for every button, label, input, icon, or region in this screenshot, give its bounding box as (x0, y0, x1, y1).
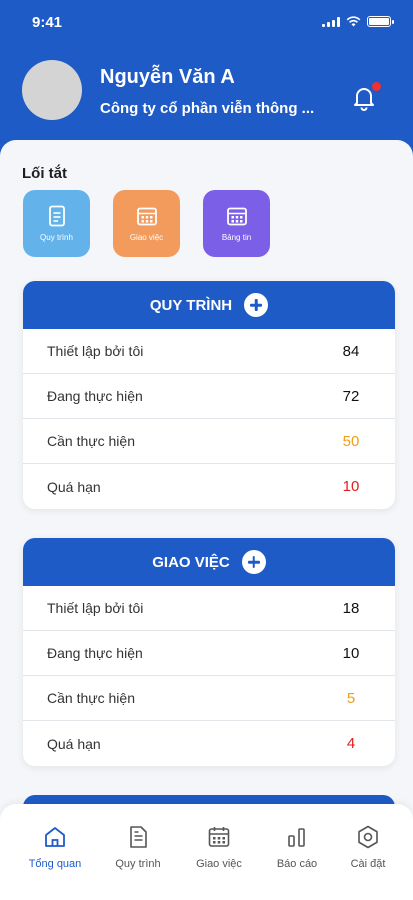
shortcut-quy-trinh[interactable]: Quy trình (23, 190, 90, 257)
stat-row[interactable]: Quá hạn 4 (23, 721, 395, 766)
stat-label: Cần thực hiện (47, 433, 135, 449)
user-name: Nguyễn Văn A (100, 66, 235, 88)
avatar[interactable] (22, 60, 82, 120)
tab-label: Tổng quan (28, 858, 82, 870)
notification-button[interactable] (349, 82, 381, 114)
shortcut-giao-viec[interactable]: Giao việc (113, 190, 180, 257)
tab-label: Giao việc (196, 858, 242, 870)
card-header: QUY TRÌNH (23, 281, 395, 329)
profile-header: Nguyễn Văn A Công ty cổ phần viễn thông … (0, 44, 413, 154)
stat-label: Đang thực hiện (47, 645, 143, 661)
stat-value: 10 (342, 644, 360, 662)
tab-label: Cài đặt (350, 858, 386, 870)
stat-label: Quá hạn (47, 478, 101, 495)
stat-row[interactable]: Thiết lập bởi tôi 18 (23, 586, 395, 631)
tab-cai-dat[interactable]: Cài đặt (333, 824, 403, 870)
calendar-icon (226, 207, 247, 226)
stat-value: 50 (342, 432, 360, 450)
company-name: Công ty cổ phần viễn thông ... (100, 100, 315, 117)
stat-label: Quá hạn (47, 735, 101, 752)
shortcut-label: Quy trình (40, 233, 73, 242)
stat-label: Cần thực hiện (47, 690, 135, 706)
add-giao-viec-button[interactable] (241, 550, 266, 574)
shortcuts-list: Quy trình Giao việc Bảng tin (23, 190, 270, 257)
shortcut-bang-tin[interactable]: Bảng tin (203, 190, 270, 257)
calendar-icon (136, 207, 157, 226)
signal-icon (322, 16, 340, 27)
stat-row[interactable]: Đang thực hiện 10 (23, 631, 395, 676)
shortcut-label: Bảng tin (221, 233, 252, 242)
card-giao-viec: GIAO VIỆC Thiết lập bởi tôi 18 Đang thực … (23, 538, 395, 766)
calendar-icon (208, 827, 230, 847)
bottom-tab-bar: Tổng quan Quy trình Giao việc Báo cáo Cà… (0, 804, 413, 900)
card-title: GIAO VIỆC (152, 553, 230, 571)
stat-value: 72 (342, 387, 360, 405)
status-bar: 9:41 (0, 0, 413, 44)
stat-value: 5 (346, 689, 356, 707)
add-quy-trinh-button[interactable] (244, 293, 269, 317)
tab-label: Quy trình (115, 858, 161, 870)
tab-tong-quan[interactable]: Tổng quan (20, 824, 90, 870)
home-icon (45, 827, 65, 847)
tab-giao-viec[interactable]: Giao việc (184, 824, 254, 870)
document-icon (130, 826, 147, 848)
stat-row[interactable]: Thiết lập bởi tôi 84 (23, 329, 395, 374)
document-icon (48, 205, 65, 227)
shortcuts-title: Lối tắt (22, 165, 67, 182)
tab-bao-cao[interactable]: Báo cáo (262, 824, 332, 870)
stat-value: 84 (342, 342, 360, 360)
stat-row[interactable]: Quá hạn 10 (23, 464, 395, 509)
stat-value: 10 (342, 478, 360, 495)
battery-icon (367, 16, 394, 27)
status-icons (322, 16, 394, 27)
bar-chart-icon (288, 828, 305, 847)
stat-label: Thiết lập bởi tôi (47, 600, 144, 616)
stat-label: Thiết lập bởi tôi (47, 343, 144, 359)
stat-row[interactable]: Đang thực hiện 72 (23, 374, 395, 419)
stat-label: Đang thực hiện (47, 388, 143, 404)
settings-icon (358, 825, 378, 849)
stat-value: 4 (346, 735, 356, 752)
status-time: 9:41 (32, 14, 63, 31)
wifi-icon (346, 16, 361, 27)
notification-badge (372, 82, 381, 91)
stat-row[interactable]: Cần thực hiện 5 (23, 676, 395, 721)
card-title: QUY TRÌNH (149, 296, 233, 314)
card-quy-trinh: QUY TRÌNH Thiết lập bởi tôi 84 Đang thực … (23, 281, 395, 509)
tab-quy-trinh[interactable]: Quy trình (103, 824, 173, 870)
card-header: GIAO VIỆC (23, 538, 395, 586)
shortcut-label: Giao việc (129, 233, 164, 242)
tab-label: Báo cáo (276, 858, 318, 870)
stat-row[interactable]: Cần thực hiện 50 (23, 419, 395, 464)
stat-value: 18 (342, 599, 360, 617)
